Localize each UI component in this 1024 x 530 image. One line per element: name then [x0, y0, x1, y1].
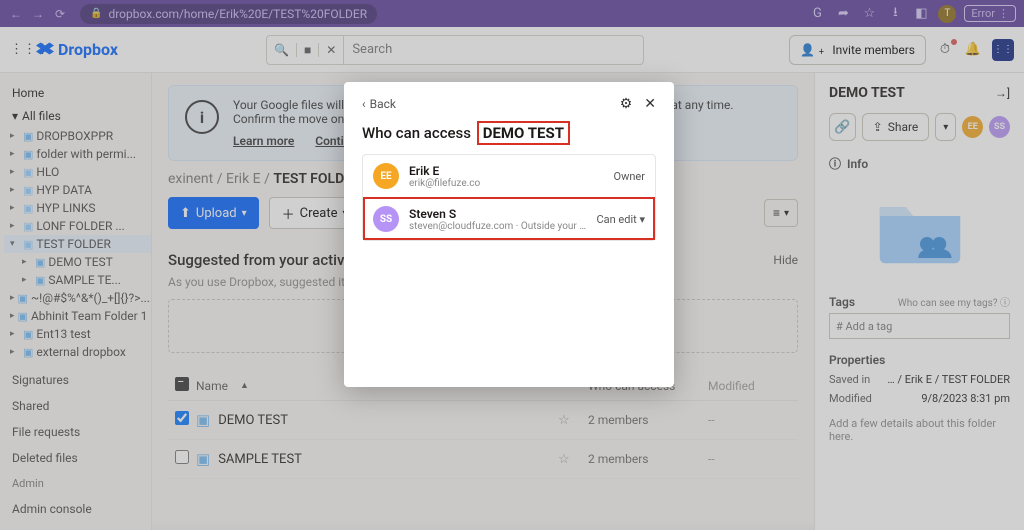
modal-title: Who can access DEMO TEST	[362, 124, 656, 142]
person-name: Erik E	[409, 164, 604, 178]
person-email: steven@cloudfuze.com · Outside your Drop…	[409, 221, 586, 232]
modal-close-icon[interactable]: ✕	[644, 96, 656, 112]
person-avatar: SS	[373, 206, 399, 232]
person-row: EE Erik Eerik@filefuze.co Owner	[363, 155, 655, 197]
modal-back-button[interactable]: ‹Back	[362, 97, 396, 111]
chevron-left-icon: ‹	[362, 97, 366, 111]
person-row: SS Steven Ssteven@cloudfuze.com · Outside…	[363, 197, 655, 240]
person-permission: Owner	[614, 170, 645, 183]
people-list: EE Erik Eerik@filefuze.co Owner SS Steven Ss…	[362, 154, 656, 241]
person-permission[interactable]: Can edit ▾	[596, 213, 645, 226]
modal-settings-icon[interactable]: ⚙	[620, 96, 633, 112]
person-avatar: EE	[373, 163, 399, 189]
person-name: Steven S	[409, 207, 586, 221]
access-modal: ‹Back ⚙ ✕ Who can access DEMO TEST EE Eri…	[344, 82, 674, 387]
person-email: erik@filefuze.co	[409, 178, 604, 189]
modal-title-highlight: DEMO TEST	[477, 121, 570, 145]
